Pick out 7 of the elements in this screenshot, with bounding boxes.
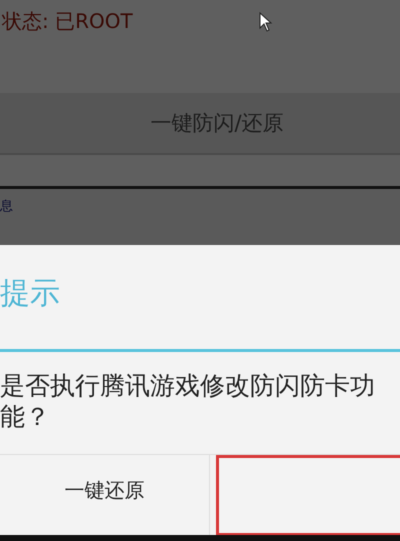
dialog-title: 提示 bbox=[0, 275, 61, 313]
root-status-text: 状态: 已ROOT bbox=[2, 8, 133, 35]
fix-restore-button[interactable]: 一键防闪/还原 bbox=[0, 93, 400, 155]
info-link[interactable]: 息 bbox=[0, 199, 13, 214]
confirm-button[interactable] bbox=[216, 455, 400, 535]
dialog-message: 是否执行腾讯游戏修改防闪防卡功能？ bbox=[0, 370, 376, 432]
mouse-pointer-icon bbox=[258, 12, 273, 32]
